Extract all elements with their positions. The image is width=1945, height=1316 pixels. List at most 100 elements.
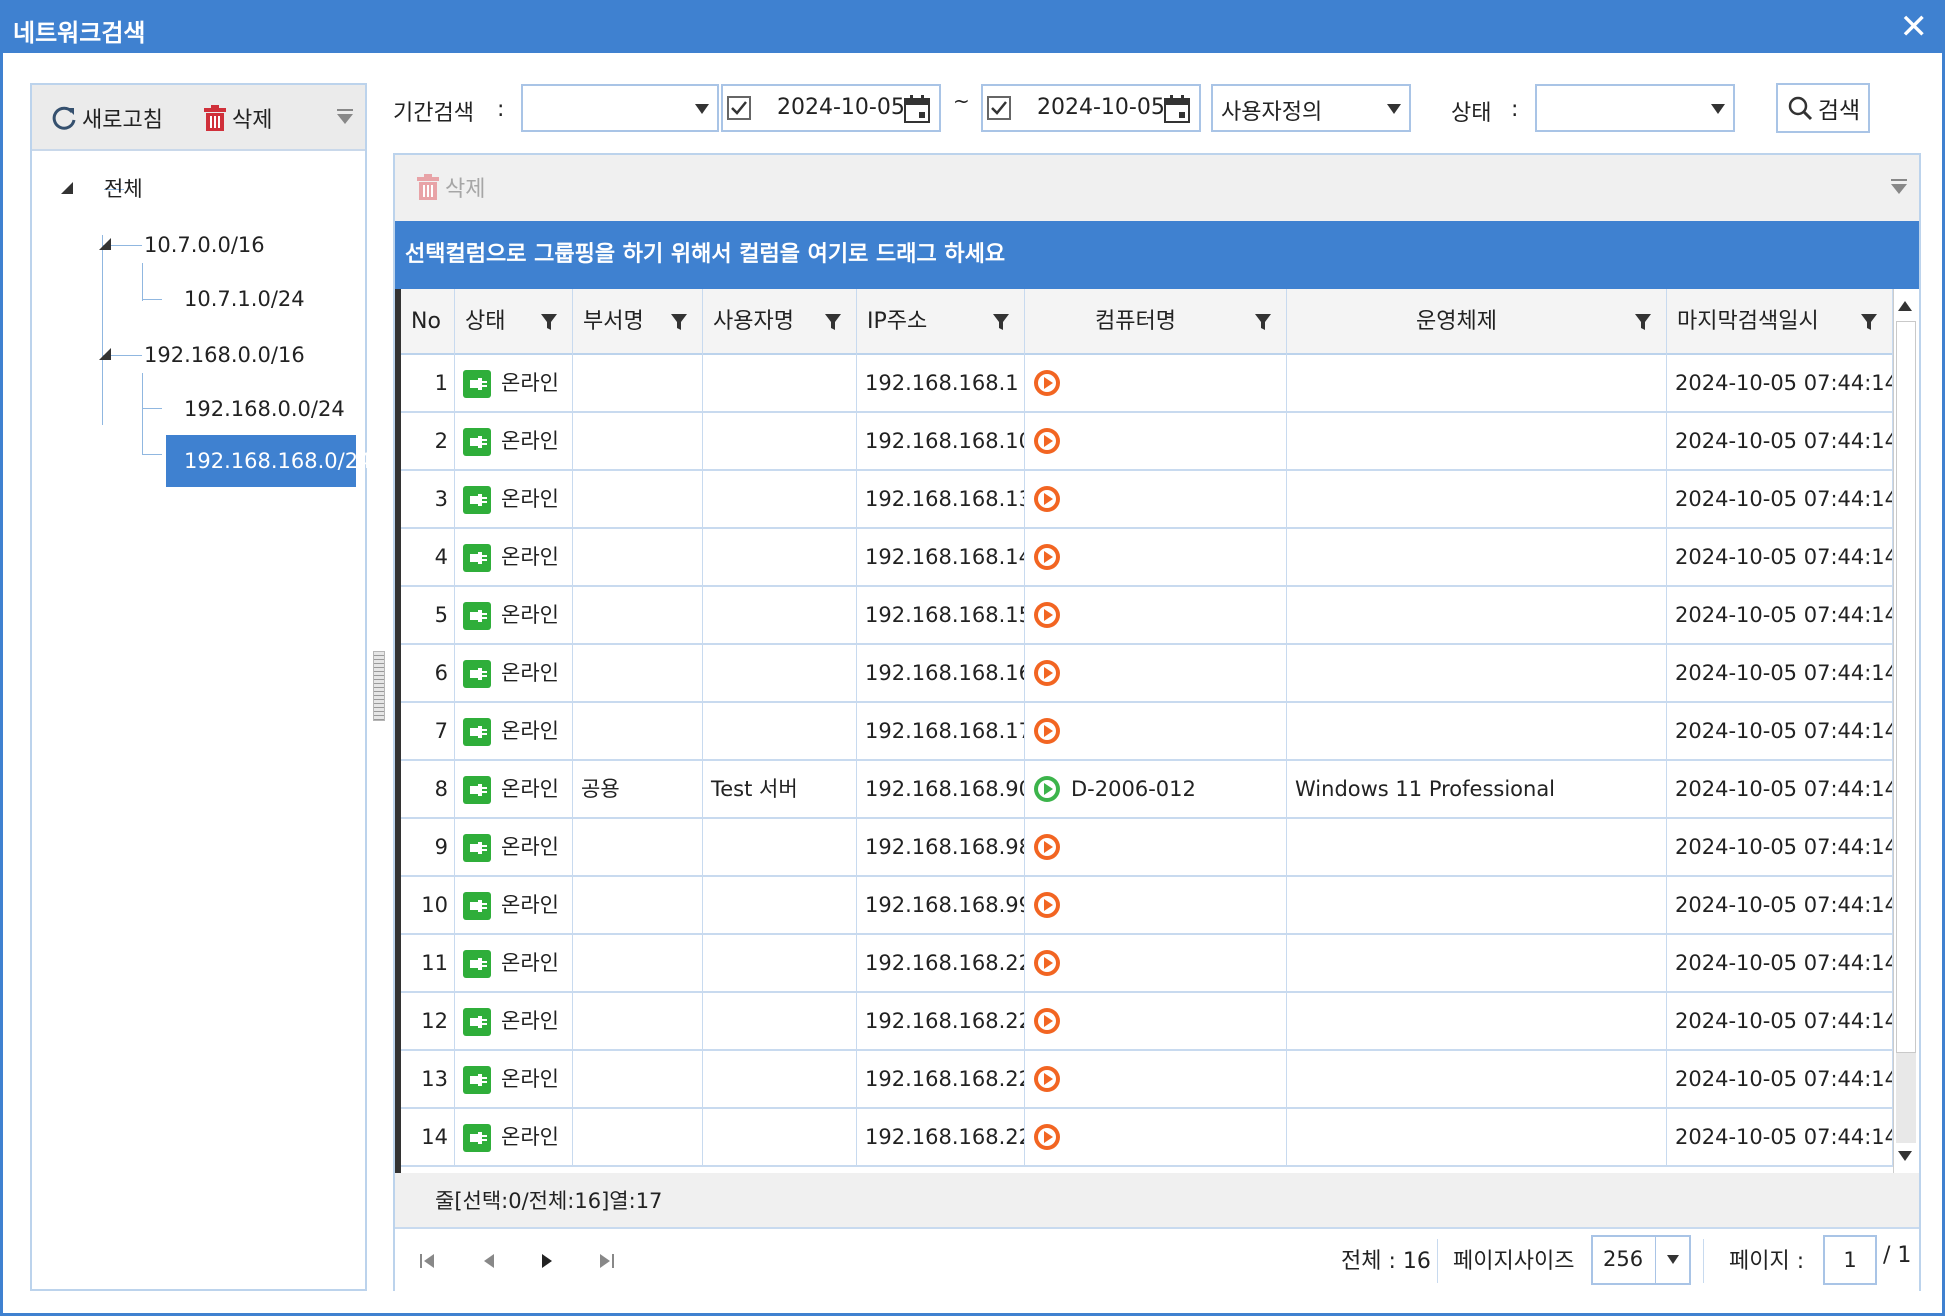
play-icon[interactable]	[1033, 1065, 1061, 1093]
search-button[interactable]: 검색	[1776, 83, 1870, 133]
scroll-thumb[interactable]	[1896, 321, 1916, 1053]
column-header-ip[interactable]: IP주소	[857, 289, 1025, 355]
tree-expanded-icon[interactable]	[98, 237, 112, 251]
prev-page-icon[interactable]	[479, 1251, 499, 1271]
tree-delete-button[interactable]: 삭제	[202, 100, 272, 136]
table-row[interactable]: 14 온라인 192.168.168.226 2024-10-05 07:44:14	[401, 1109, 1893, 1167]
play-icon[interactable]	[1033, 891, 1061, 919]
column-header-os[interactable]: 운영체제	[1287, 289, 1667, 355]
table-row[interactable]: 1 온라인 192.168.168.1 2024-10-05 07:44:14	[401, 355, 1893, 413]
table-row[interactable]: 13 온라인 192.168.168.225 2024-10-05 07:44:14	[401, 1051, 1893, 1109]
table-row[interactable]: 10 온라인 192.168.168.99 2024-10-05 07:44:14	[401, 877, 1893, 935]
filter-icon[interactable]	[540, 313, 558, 331]
tree-expanded-icon[interactable]	[98, 347, 112, 361]
cell-dept	[573, 1109, 703, 1165]
refresh-button[interactable]: 새로고침	[50, 100, 163, 136]
group-by-drop-zone[interactable]: 선택컬럼으로 그룹핑을 하기 위해서 컬럼을 여기로 드래그 하세요	[395, 221, 1919, 289]
table-row[interactable]: 6 온라인 192.168.168.16 2024-10-05 07:44:14	[401, 645, 1893, 703]
cell-last: 2024-10-05 07:44:14	[1667, 877, 1893, 933]
column-header-dept[interactable]: 부서명	[573, 289, 703, 355]
filter-icon[interactable]	[1634, 313, 1652, 331]
filter-icon[interactable]	[1860, 313, 1878, 331]
grid-delete-label: 삭제	[445, 177, 486, 202]
next-page-icon[interactable]	[537, 1251, 557, 1271]
date-to-picker[interactable]: 2024-10-05	[981, 84, 1201, 132]
column-header-last[interactable]: 마지막검색일시	[1667, 289, 1893, 355]
tree-expanded-icon[interactable]	[60, 181, 74, 195]
column-header-no[interactable]: No	[401, 289, 455, 355]
play-icon[interactable]	[1033, 717, 1061, 745]
cell-ip: 192.168.168.226	[857, 1109, 1025, 1165]
table-row[interactable]: 9 온라인 192.168.168.98 2024-10-05 07:44:14	[401, 819, 1893, 877]
close-icon[interactable]: ✕	[1900, 7, 1929, 47]
play-icon[interactable]	[1033, 1007, 1061, 1035]
play-icon[interactable]	[1033, 1123, 1061, 1151]
table-row[interactable]: 11 온라인 192.168.168.223 2024-10-05 07:44:14	[401, 935, 1893, 993]
status-text: 온라인	[501, 835, 559, 859]
table-row[interactable]: 4 온라인 192.168.168.14 2024-10-05 07:44:14	[401, 529, 1893, 587]
cell-user	[703, 355, 857, 411]
cell-os	[1287, 877, 1667, 933]
page-size-select[interactable]: 256	[1591, 1235, 1691, 1285]
grid-delete-button[interactable]: 삭제	[415, 171, 485, 203]
table-row[interactable]: 8 온라인 공용 Test 서버 192.168.168.90 D-2006-012 Win…	[401, 761, 1893, 819]
date-from-checkbox[interactable]	[727, 96, 751, 120]
scroll-down-icon[interactable]	[1898, 1151, 1912, 1161]
filter-icon[interactable]	[824, 313, 842, 331]
scroll-track[interactable]	[1896, 1053, 1916, 1143]
filter-icon[interactable]	[670, 313, 688, 331]
tree-node-192-168[interactable]: 192.168.0.0/16	[144, 337, 305, 373]
filter-icon[interactable]	[1254, 313, 1272, 331]
tree-line	[142, 454, 162, 455]
play-icon[interactable]	[1033, 369, 1061, 397]
play-icon[interactable]	[1033, 543, 1061, 571]
column-header-computer[interactable]: 컴퓨터명	[1025, 289, 1287, 355]
table-row[interactable]: 3 온라인 192.168.168.13 2024-10-05 07:44:14	[401, 471, 1893, 529]
calendar-icon[interactable]	[903, 94, 931, 124]
table-row[interactable]: 2 온라인 192.168.168.10 2024-10-05 07:44:14	[401, 413, 1893, 471]
panel-splitter[interactable]	[373, 651, 385, 721]
scroll-up-icon[interactable]	[1898, 301, 1912, 311]
cell-os	[1287, 1051, 1667, 1107]
table-row[interactable]: 7 온라인 192.168.168.17 2024-10-05 07:44:14	[401, 703, 1893, 761]
column-header-label: 컴퓨터명	[1095, 309, 1176, 334]
tree-node-all[interactable]: 전체	[104, 171, 143, 207]
status-select[interactable]	[1535, 84, 1735, 132]
column-header-user[interactable]: 사용자명	[703, 289, 857, 355]
cell-ip: 192.168.168.98	[857, 819, 1025, 875]
date-from-picker[interactable]: 2024-10-05	[721, 84, 941, 132]
table-row[interactable]: 12 온라인 192.168.168.224 2024-10-05 07:44:14	[401, 993, 1893, 1051]
table-row[interactable]: 5 온라인 192.168.168.15 2024-10-05 07:44:14	[401, 587, 1893, 645]
play-icon[interactable]	[1033, 601, 1061, 629]
calendar-icon[interactable]	[1163, 94, 1191, 124]
play-icon[interactable]	[1033, 833, 1061, 861]
page-number-input[interactable]: 1	[1823, 1235, 1877, 1285]
cell-no: 3	[401, 471, 455, 527]
range-type-select[interactable]: 사용자정의	[1211, 84, 1411, 132]
period-select[interactable]	[521, 84, 719, 132]
refresh-icon	[52, 106, 76, 130]
cell-ip: 192.168.168.1	[857, 355, 1025, 411]
play-icon[interactable]	[1033, 659, 1061, 687]
more-options-icon[interactable]	[335, 107, 355, 127]
tree-node-192-168-168[interactable]: 192.168.168.0/24	[166, 435, 371, 487]
more-options-icon[interactable]	[1889, 177, 1909, 197]
tree-node-10-7[interactable]: 10.7.0.0/16	[144, 227, 265, 263]
filter-icon[interactable]	[992, 313, 1010, 331]
play-icon[interactable]	[1033, 427, 1061, 455]
vertical-scrollbar[interactable]	[1893, 289, 1919, 1173]
cell-os	[1287, 645, 1667, 701]
first-page-icon[interactable]	[417, 1251, 437, 1271]
tree-node-192-168-0[interactable]: 192.168.0.0/24	[184, 391, 345, 427]
tree-node-10-7-1[interactable]: 10.7.1.0/24	[184, 281, 305, 317]
chevron-down-icon[interactable]	[1655, 1237, 1689, 1283]
play-icon[interactable]	[1033, 775, 1061, 803]
play-icon[interactable]	[1033, 949, 1061, 977]
last-page-icon[interactable]	[597, 1251, 617, 1271]
date-to-checkbox[interactable]	[987, 96, 1011, 120]
play-icon[interactable]	[1033, 485, 1061, 513]
column-header-label: 운영체제	[1416, 309, 1497, 334]
column-header-status[interactable]: 상태	[455, 289, 573, 355]
cell-computer	[1025, 413, 1287, 469]
cell-ip: 192.168.168.99	[857, 877, 1025, 933]
